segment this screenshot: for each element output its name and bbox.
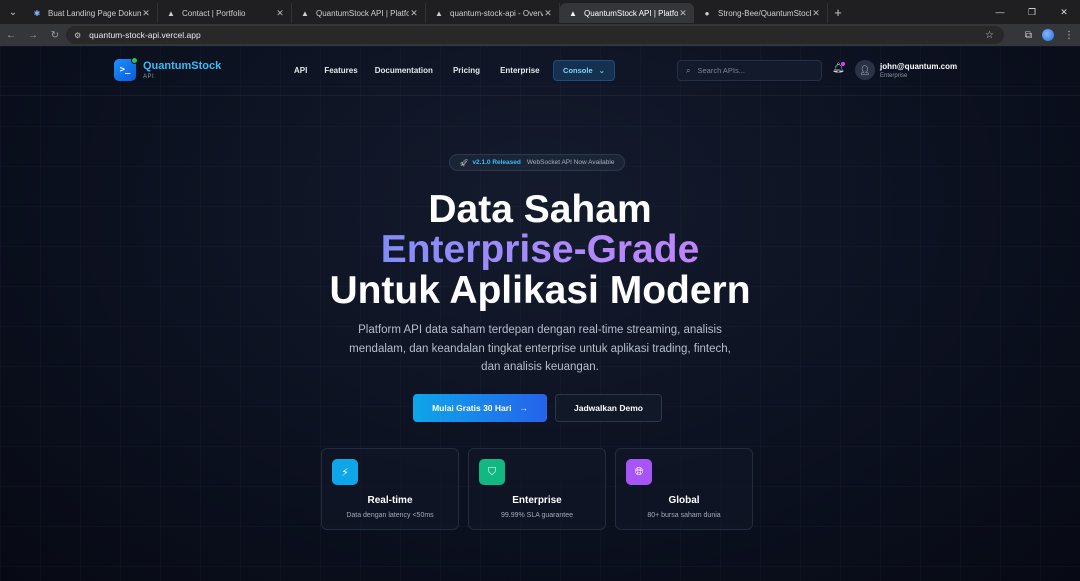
close-tab-icon[interactable]: ✕ — [678, 8, 688, 19]
menu-item-enterprise[interactable]: Enterprise — [500, 66, 540, 75]
search-icon: ⌕ — [686, 65, 691, 75]
address-bar[interactable]: ⚙ quantum-stock-api.vercel.app ☆ — [66, 26, 1004, 44]
hero-subtitle: Platform API data saham terdepan dengan … — [349, 324, 731, 373]
menu-item-documentation[interactable]: Documentation — [375, 66, 433, 75]
minimize-icon[interactable]: — — [984, 0, 1016, 24]
user-email[interactable]: john@quantum.com — [880, 62, 957, 71]
feature-title: Real-time — [367, 495, 413, 506]
site-header: >_ QuantumStock API API Features Documen… — [0, 46, 1080, 96]
menu-dots-icon[interactable]: ⋮ — [1064, 30, 1074, 41]
vercel-icon: ▲ — [301, 8, 309, 18]
extensions-icon[interactable]: ⧉ — [1025, 30, 1032, 41]
search-placeholder: Search APIs... — [697, 66, 746, 75]
feature-desc: 99.99% SLA guarantee — [500, 512, 573, 519]
vercel-icon: ▲ — [167, 8, 175, 18]
schedule-demo-button[interactable]: Jadwalkan Demo — [555, 394, 662, 422]
feature-card-enterprise: ⛉ Enterprise 99.99% SLA guarantee — [468, 448, 606, 530]
browser-tab[interactable]: ▲ quantum-stock-api - Overview ✕ — [426, 3, 560, 23]
site-info-icon[interactable]: ⚙ — [74, 31, 81, 40]
bookmark-star-icon[interactable]: ☆ — [985, 30, 994, 41]
profile-avatar[interactable] — [1042, 29, 1054, 41]
github-icon: ● — [704, 8, 710, 18]
release-note: WebSocket API Now Available — [526, 159, 615, 166]
hero-title-line-2: Enterprise-Grade — [0, 230, 1080, 270]
feature-title: Enterprise — [512, 495, 562, 506]
menu-item-features[interactable]: Features — [324, 66, 357, 75]
close-tab-icon[interactable]: ✕ — [141, 8, 151, 19]
vercel-icon: ▲ — [435, 8, 443, 18]
close-tab-icon[interactable]: ✕ — [409, 8, 419, 19]
browser-tab-bar: ⌄ ✱ Buat Landing Page Dokumentasi ✕ ▲ Co… — [0, 0, 1080, 24]
new-tab-button[interactable]: + — [828, 5, 848, 20]
close-tab-icon[interactable]: ✕ — [275, 8, 285, 19]
hero-title-line-1: Data Saham — [428, 188, 652, 231]
user-avatar-icon[interactable]: 👤︎ — [855, 60, 875, 80]
tab-title: Strong-Bee/QuantumStock-API — [718, 8, 811, 18]
status-online-dot — [131, 57, 138, 64]
feature-title: Global — [668, 495, 700, 506]
shield-icon: ⛉ — [479, 459, 505, 485]
browser-tab[interactable]: ● Strong-Bee/QuantumStock-API ✕ — [694, 3, 828, 23]
browser-toolbar: ← → ↻ ⚙ quantum-stock-api.vercel.app ☆ ⧉… — [0, 24, 1080, 46]
window-controls: — ❐ ✕ — [984, 0, 1080, 24]
back-icon[interactable]: ← — [0, 24, 22, 46]
browser-tab[interactable]: ▲ Contact | Portfolio ✕ — [158, 3, 292, 23]
close-tab-icon[interactable]: ✕ — [811, 8, 821, 19]
console-label: Console — [563, 66, 593, 75]
release-version: v2.1.0 Released — [472, 159, 521, 166]
claude-icon: ✱ — [33, 8, 41, 18]
vercel-icon: ▲ — [569, 8, 577, 18]
globe-icon: 🌐︎ — [626, 459, 652, 485]
reload-icon[interactable]: ↻ — [44, 24, 66, 46]
tab-title: quantum-stock-api - Overview — [450, 8, 543, 18]
hero-gradient-text: Enterprise-Grade — [380, 228, 700, 271]
search-input[interactable]: ⌕ Search APIs... — [677, 60, 822, 81]
tab-title: Buat Landing Page Dokumentasi — [48, 8, 141, 18]
lightning-icon: ⚡︎ — [332, 459, 358, 485]
url-text: quantum-stock-api.vercel.app — [89, 30, 201, 40]
chevron-down-icon: ⌄ — [598, 66, 605, 75]
browser-tab-active[interactable]: ▲ QuantumStock API | Platform Data ✕ — [560, 3, 694, 23]
page-viewport: >_ QuantumStock API API Features Documen… — [0, 46, 1080, 581]
menu-item-pricing[interactable]: Pricing — [453, 66, 480, 75]
browser-tab[interactable]: ✱ Buat Landing Page Dokumentasi ✕ — [24, 3, 158, 23]
feature-card-global: 🌐︎ Global 80+ bursa saham dunia — [615, 448, 753, 530]
user-plan: Enterprise — [880, 73, 908, 79]
tab-title: QuantumStock API | Platform Data — [316, 8, 409, 18]
menu-item-api[interactable]: API — [294, 66, 307, 75]
forward-icon[interactable]: → — [22, 24, 44, 46]
feature-desc: 80+ bursa saham dunia — [647, 512, 721, 519]
brand-name[interactable]: QuantumStock — [143, 60, 221, 72]
feature-desc: Data dengan latency <50ms — [346, 512, 434, 519]
main-menu: API Features Documentation Pricing Enter… — [294, 66, 540, 75]
tab-search-chevron-icon[interactable]: ⌄ — [2, 1, 24, 23]
start-trial-button[interactable]: Mulai Gratis 30 Hari → — [413, 394, 547, 422]
hero-title-line-3: Untuk Aplikasi Modern — [329, 269, 751, 312]
release-badge[interactable]: 🚀︎ v2.1.0 Released WebSocket API Now Ava… — [449, 154, 625, 171]
browser-tab[interactable]: ▲ QuantumStock API | Platform Data ✕ — [292, 3, 426, 23]
arrow-right-icon: → — [519, 403, 528, 413]
brand-subtitle: API — [143, 74, 155, 80]
tab-title: QuantumStock API | Platform Data — [584, 8, 678, 18]
feature-card-realtime: ⚡︎ Real-time Data dengan latency <50ms — [321, 448, 459, 530]
notification-dot — [841, 62, 845, 66]
tab-title: Contact | Portfolio — [182, 8, 246, 18]
console-dropdown-button[interactable]: Console ⌄ — [553, 60, 615, 81]
close-window-icon[interactable]: ✕ — [1048, 0, 1080, 24]
maximize-icon[interactable]: ❐ — [1016, 0, 1048, 24]
close-tab-icon[interactable]: ✕ — [543, 8, 553, 19]
rocket-icon: 🚀︎ — [459, 159, 469, 167]
start-trial-label: Mulai Gratis 30 Hari — [432, 403, 512, 413]
